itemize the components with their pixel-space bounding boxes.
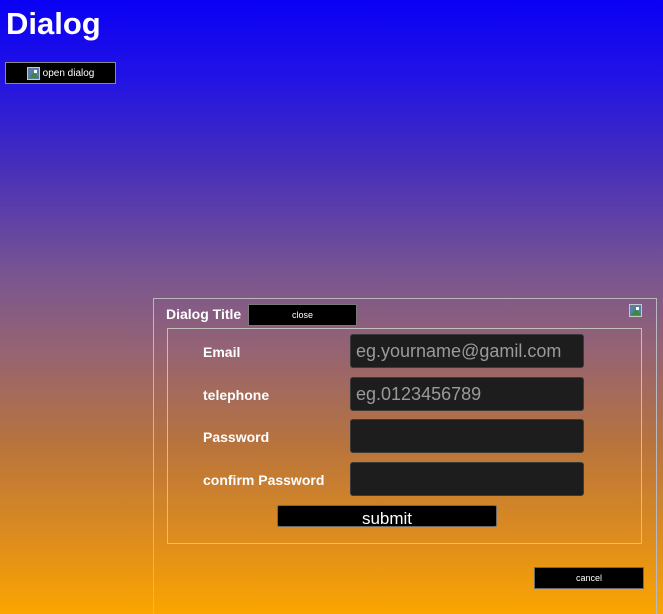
dialog-form: Email telephone Password confirm Passwor… xyxy=(167,328,642,544)
dialog-title: Dialog Title xyxy=(166,306,242,322)
cancel-button[interactable]: cancel xyxy=(534,567,644,589)
submit-button[interactable]: submit xyxy=(277,505,497,527)
telephone-label: telephone xyxy=(203,387,270,403)
email-label: Email xyxy=(203,344,241,360)
broken-image-icon xyxy=(26,66,40,80)
password-field[interactable] xyxy=(350,419,584,453)
confirm-password-field[interactable] xyxy=(350,462,584,496)
open-dialog-label: open dialog xyxy=(42,67,95,79)
telephone-field[interactable] xyxy=(350,377,584,411)
dialog: Dialog Title close Email telephone Passw… xyxy=(153,298,657,614)
password-label: Password xyxy=(203,429,270,445)
confirm-password-label: confirm Password xyxy=(203,472,325,488)
email-field[interactable] xyxy=(350,334,584,368)
broken-image-icon xyxy=(629,304,642,317)
page-title: Dialog xyxy=(6,6,101,41)
open-dialog-button[interactable]: open dialog xyxy=(5,62,116,84)
close-button[interactable]: close xyxy=(248,304,357,326)
